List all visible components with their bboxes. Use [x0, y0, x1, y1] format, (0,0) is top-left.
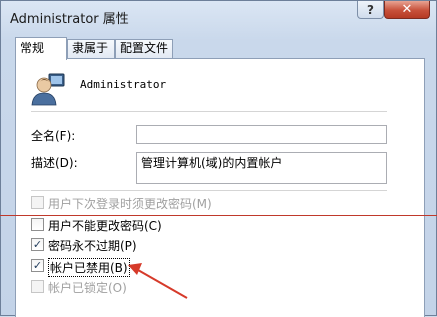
tab-general[interactable]: 常规 [15, 37, 67, 60]
